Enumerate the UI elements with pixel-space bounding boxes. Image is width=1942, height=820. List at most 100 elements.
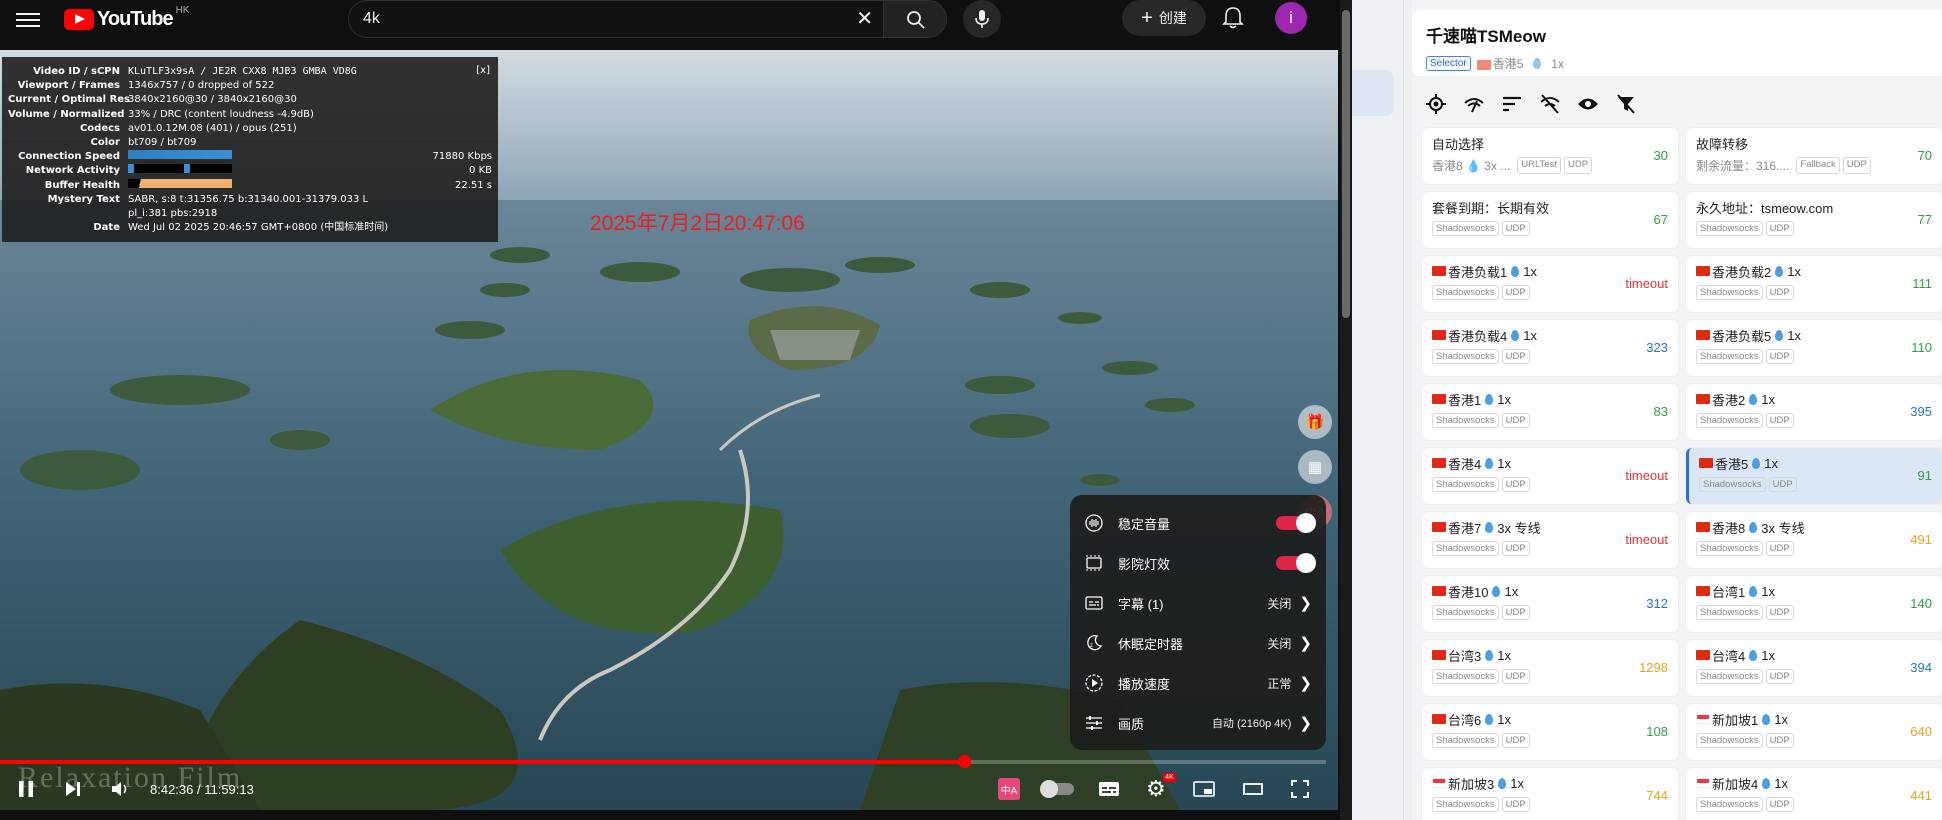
scrubber-handle[interactable]	[958, 755, 971, 768]
proxy-node-card[interactable]: 台湾4 1x Shadowsocks UDP 394	[1686, 640, 1942, 696]
youtube-logo[interactable]: YouTube HK	[64, 5, 189, 31]
proxy-node-title: 故障转移	[1696, 134, 1932, 152]
proxy-node-tag: UDP	[1765, 285, 1794, 300]
proxy-node-latency[interactable]: timeout	[1625, 532, 1668, 547]
theater-mode-icon[interactable]	[1243, 775, 1263, 803]
proxy-node-card[interactable]: 自动选择 香港8 💧 3x ... URLTest UDP 30	[1422, 128, 1678, 184]
proxy-node-sub: 剩余流量：316....	[1696, 159, 1790, 173]
next-icon[interactable]	[64, 775, 82, 803]
proxy-node-card[interactable]: 香港5 1x Shadowsocks UDP 91	[1686, 448, 1942, 504]
stats-close-button[interactable]: [x]	[476, 65, 490, 76]
settings-item-playback-speed[interactable]: 播放速度 正常 ❯	[1070, 663, 1326, 703]
settings-value: 自动 (2160p 4K)	[1211, 718, 1292, 730]
notifications-bell-icon[interactable]	[1222, 6, 1244, 35]
proxy-node-latency[interactable]: 30	[1654, 148, 1668, 163]
proxy-node-latency[interactable]: 491	[1910, 532, 1932, 547]
proxy-group-header[interactable]: 千速喵TSMeow Selector 香港5 1x	[1412, 10, 1942, 76]
proxy-node-latency[interactable]: 394	[1910, 660, 1932, 675]
delay-test-icon[interactable]	[1462, 92, 1486, 116]
proxy-node-card[interactable]: 新加坡3 1x Shadowsocks UDP 744	[1422, 768, 1678, 820]
proxy-node-card[interactable]: 新加坡4 1x Shadowsocks UDP 441	[1686, 768, 1942, 820]
proxy-node-latency[interactable]: 77	[1918, 212, 1932, 227]
proxy-node-card[interactable]: 台湾1 1x Shadowsocks UDP 140	[1686, 576, 1942, 632]
proxy-node-card[interactable]: 香港负载5 1x Shadowsocks UDP 110	[1686, 320, 1942, 376]
proxy-node-title: 香港负载2 1x	[1696, 262, 1932, 280]
translate-icon[interactable]: 中A	[998, 775, 1020, 803]
stats-label: Network Activity	[25, 165, 120, 177]
stable-volume-toggle[interactable]	[1276, 513, 1316, 533]
proxy-node-latency[interactable]: 640	[1910, 724, 1932, 739]
search-button[interactable]	[883, 0, 947, 38]
voice-search-button[interactable]	[963, 0, 1001, 38]
proxy-node-latency[interactable]: timeout	[1625, 468, 1668, 483]
sort-icon[interactable]	[1500, 92, 1524, 116]
settings-gear-icon[interactable]: ⚙ 4K	[1146, 773, 1176, 803]
proxy-node-latency[interactable]: 744	[1646, 788, 1668, 803]
proxy-node-card[interactable]: 台湾3 1x Shadowsocks UDP 1298	[1422, 640, 1678, 696]
settings-item-quality[interactable]: 画质 自动 (2160p 4K) ❯	[1070, 703, 1326, 743]
subtitles-icon[interactable]	[1098, 775, 1120, 803]
eye-icon[interactable]	[1576, 92, 1600, 116]
page-scrollbar[interactable]	[1340, 0, 1352, 820]
fullscreen-icon[interactable]	[1290, 775, 1310, 803]
proxy-node-card[interactable]: 香港2 1x Shadowsocks UDP 395	[1686, 384, 1942, 440]
progress-bar[interactable]	[0, 755, 1326, 768]
proxy-node-card[interactable]: 台湾6 1x Shadowsocks UDP 108	[1422, 704, 1678, 760]
settings-item-ambient-mode[interactable]: 影院灯效	[1070, 543, 1326, 583]
proxy-node-latency[interactable]: 441	[1910, 788, 1932, 803]
proxy-node-card[interactable]: 香港4 1x Shadowsocks UDP timeout	[1422, 448, 1678, 504]
proxy-node-latency[interactable]: 312	[1646, 596, 1668, 611]
volume-icon[interactable]	[110, 775, 130, 803]
pause-icon[interactable]	[16, 775, 36, 803]
proxy-node-latency[interactable]: timeout	[1625, 276, 1668, 291]
filter-clear-icon[interactable]	[1614, 92, 1638, 116]
proxy-node-latency[interactable]: 91	[1918, 468, 1932, 483]
proxy-node-latency[interactable]: 1298	[1639, 660, 1668, 675]
proxy-node-latency[interactable]: 323	[1646, 340, 1668, 355]
microphone-icon	[975, 10, 989, 28]
proxy-node-card[interactable]: 香港10 1x Shadowsocks UDP 312	[1422, 576, 1678, 632]
proxy-node-latency[interactable]: 140	[1910, 596, 1932, 611]
proxy-node-card[interactable]: 香港8 3x 专线 Shadowsocks UDP 491	[1686, 512, 1942, 568]
proxy-node-latency[interactable]: 67	[1654, 212, 1668, 227]
apps-grid-icon[interactable]: ▦	[1298, 450, 1332, 484]
create-button[interactable]: + 创建	[1122, 0, 1206, 36]
scrollbar-thumb[interactable]	[1342, 10, 1350, 318]
proxy-node-card[interactable]: 新加坡1 1x Shadowsocks UDP 640	[1686, 704, 1942, 760]
proxy-node-card[interactable]: 香港负载1 1x Shadowsocks UDP timeout	[1422, 256, 1678, 312]
autoplay-toggle[interactable]	[1040, 775, 1074, 803]
proxy-node-card[interactable]: 香港1 1x Shadowsocks UDP 83	[1422, 384, 1678, 440]
search-input[interactable]: 4k	[363, 10, 380, 28]
proxy-node-card[interactable]: 香港7 3x 专线 Shadowsocks UDP timeout	[1422, 512, 1678, 568]
sidebar-item-active[interactable]	[1352, 70, 1394, 116]
settings-item-sleep-timer[interactable]: z 休眠定时器 关闭 ❯	[1070, 623, 1326, 663]
proxy-node-latency[interactable]: 108	[1646, 724, 1668, 739]
stats-label: Connection Speed	[18, 151, 120, 163]
proxy-node-card[interactable]: 永久地址：tsmeow.com Shadowsocks UDP 77	[1686, 192, 1942, 248]
proxy-node-latency[interactable]: 83	[1654, 404, 1668, 419]
menu-icon[interactable]	[16, 9, 40, 29]
gift-icon[interactable]: 🎁	[1298, 405, 1332, 439]
miniplayer-icon[interactable]	[1193, 775, 1215, 803]
proxy-node-card[interactable]: 香港负载4 1x Shadowsocks UDP 323	[1422, 320, 1678, 376]
proxy-node-card[interactable]: 故障转移 剩余流量：316.... Fallback UDP 70	[1686, 128, 1942, 184]
settings-item-stable-volume[interactable]: 稳定音量	[1070, 503, 1326, 543]
search-box[interactable]: 4k ✕	[348, 0, 883, 38]
proxy-node-card[interactable]: 套餐到期：长期有效 Shadowsocks UDP 67	[1422, 192, 1678, 248]
proxy-node-latency[interactable]: 70	[1918, 148, 1932, 163]
account-avatar[interactable]: i	[1275, 2, 1307, 34]
proxy-node-tag: UDP	[1765, 733, 1794, 748]
chevron-right-icon: ❯	[1299, 595, 1312, 612]
filter-off-icon[interactable]	[1538, 92, 1562, 116]
clear-search-icon[interactable]: ✕	[856, 9, 873, 29]
proxy-node-card[interactable]: 香港负载2 1x Shadowsocks UDP 111	[1686, 256, 1942, 312]
proxy-node-name: 台湾1	[1712, 584, 1746, 600]
settings-item-subtitles[interactable]: 字幕 (1) 关闭 ❯	[1070, 583, 1326, 623]
proxy-node-title: 香港8 3x 专线	[1696, 518, 1932, 536]
locate-icon[interactable]	[1424, 92, 1448, 116]
proxy-node-rate: 1x	[1761, 391, 1775, 407]
proxy-node-latency[interactable]: 110	[1911, 340, 1932, 355]
ambient-mode-toggle[interactable]	[1276, 553, 1316, 573]
proxy-node-latency[interactable]: 111	[1912, 276, 1932, 291]
proxy-node-latency[interactable]: 395	[1910, 404, 1932, 419]
